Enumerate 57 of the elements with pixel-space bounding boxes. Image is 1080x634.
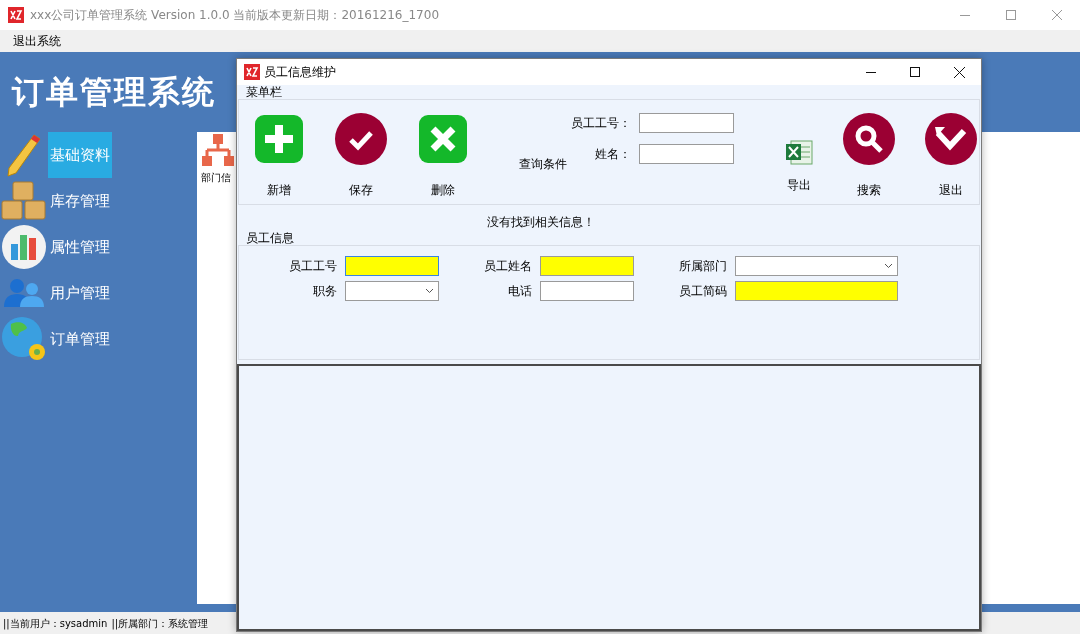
field-label: 姓名： [594,146,631,163]
cross-icon [419,115,467,163]
dialog-title: 员工信息维护 [264,64,336,81]
export-button[interactable]: 导出 [779,138,819,194]
input-field[interactable] [639,113,734,133]
window-title: xxx公司订单管理系统 Version 1.0.0 当前版本更新日期：20161216_1700 [30,7,440,24]
field-label: 电话 [507,283,532,300]
minimize-icon [866,71,876,73]
app-heading: 订单管理系统 [12,72,216,113]
input-field[interactable] [540,281,634,301]
close-icon [953,66,965,78]
group-title: 员工信息 [246,232,295,245]
search-icon [843,113,895,165]
sidebar-item[interactable]: 库存管理 [0,178,197,224]
input-field[interactable] [639,144,734,164]
field-label: 员工工号 [288,258,337,275]
maximize-icon [910,67,920,77]
toolbar-button[interactable]: 保存 [329,113,393,199]
input-field[interactable] [735,281,898,301]
status-text: ||所属部门：系统管理 [111,616,209,631]
toolbar-button[interactable]: 新增 [247,113,311,199]
spreadsheet-icon [785,138,813,166]
sidebar-item[interactable]: 用户管理 [0,270,197,316]
toolbar-button[interactable]: 退出 [919,113,983,199]
dropdown-field[interactable] [345,281,439,301]
dropdown-field[interactable] [735,256,898,276]
module-button[interactable]: 部门信 [201,134,234,185]
sidebar-item[interactable]: 订单管理 [0,316,197,362]
toolbar-button[interactable]: 搜索 [837,113,901,199]
app-logo-icon [8,7,24,23]
minimize-icon [960,14,970,16]
menu-item[interactable]: 退出系统 [0,32,74,50]
plus-icon [255,115,303,163]
field-label: 员工姓名 [483,258,532,275]
query-label: 查询条件 [519,156,567,173]
org-chart-icon [201,134,234,168]
field-label: 员工工号： [570,115,631,132]
toolbar-button[interactable]: 删除 [411,113,475,199]
group-title: 菜单栏 [246,86,283,99]
status-text: ||当前用户：sysadmin [3,616,108,631]
close-icon [1052,10,1062,20]
checkmark-icon [335,113,387,165]
field-label: 员工简码 [678,283,727,300]
field-label: 职务 [312,283,337,300]
chevron-down-icon [884,263,893,269]
status-message: 没有找到相关信息！ [487,215,596,229]
dialog-logo-icon [244,64,260,80]
input-field[interactable] [540,256,634,276]
field-label: 所属部门 [678,258,727,275]
globe-gear-icon [1,316,47,362]
sidebar-item[interactable]: 属性管理 [0,224,197,270]
input-field[interactable] [345,256,439,276]
maximize-icon [1006,10,1016,20]
users-icon [2,278,46,308]
boxes-icon [1,181,47,221]
bar-chart-icon [1,224,47,270]
chevron-down-icon [425,288,434,294]
